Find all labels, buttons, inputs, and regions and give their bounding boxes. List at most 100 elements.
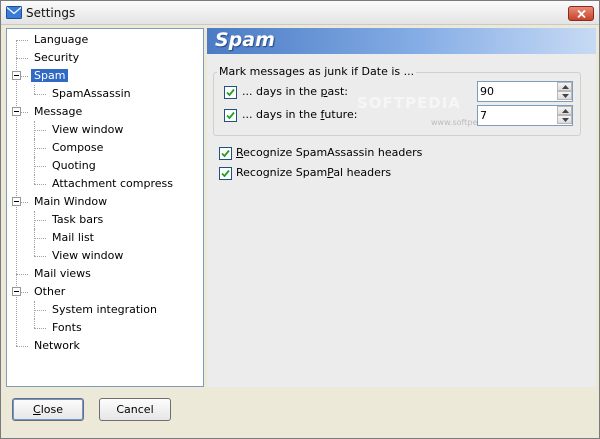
spampal-headers-label: Recognize SpamPal headers <box>236 166 392 179</box>
past-days-down-button[interactable] <box>557 91 572 100</box>
tree-item-label: SpamAssassin <box>52 87 131 100</box>
tree-item[interactable]: Compose <box>49 139 106 157</box>
tree-item[interactable]: Other <box>31 283 68 301</box>
tree-item[interactable]: Language <box>31 31 91 49</box>
tree-item-label: Message <box>34 105 83 118</box>
tree-line <box>34 247 35 256</box>
future-days-down-button[interactable] <box>557 115 572 124</box>
tree-line <box>16 58 28 59</box>
tree-item[interactable]: Security <box>31 49 82 67</box>
tree-line <box>34 310 46 311</box>
checkmark-icon <box>226 88 235 97</box>
junk-date-group-label: Mark messages as junk if Date is ... <box>217 65 417 78</box>
tree-line <box>34 175 35 184</box>
spamassassin-headers-label: Recognize SpamAssassin headers <box>236 146 423 159</box>
close-button[interactable]: Close <box>12 398 84 421</box>
checkmark-icon <box>221 169 230 178</box>
past-days-label: ... days in the past: <box>242 85 349 98</box>
tree-item[interactable]: Main Window <box>31 193 110 211</box>
tree-line <box>34 328 46 329</box>
tree-item-label: Compose <box>52 141 104 154</box>
tree-item[interactable]: Quoting <box>49 157 99 175</box>
tree-line <box>34 184 46 185</box>
past-days-up-button[interactable] <box>557 82 572 91</box>
future-days-checkbox[interactable] <box>224 109 237 122</box>
tree-item[interactable]: Mail views <box>31 265 94 283</box>
tree-item[interactable]: Task bars <box>49 211 106 229</box>
arrow-up-icon <box>562 85 569 89</box>
tree-item[interactable]: View window <box>49 247 126 265</box>
tree-line <box>34 301 35 319</box>
collapse-icon[interactable] <box>12 287 21 296</box>
arrow-up-icon <box>562 109 569 113</box>
tree-item[interactable]: System integration <box>49 301 160 319</box>
tree-item[interactable]: Message <box>31 103 85 121</box>
past-days-checkbox[interactable] <box>224 86 237 99</box>
tree-line <box>16 274 28 275</box>
tree-line <box>34 229 35 247</box>
tree-item-label: System integration <box>52 303 157 316</box>
tree-item-label: View window <box>52 249 124 262</box>
tree-item[interactable]: SpamAssassin <box>49 85 134 103</box>
spampal-headers-checkbox[interactable] <box>219 167 232 180</box>
tree-line <box>34 238 46 239</box>
tree-line <box>16 40 17 346</box>
settings-window: Settings Language Security Spam SpamAssassi… <box>0 0 600 439</box>
spamassassin-headers-checkbox[interactable] <box>219 147 232 160</box>
settings-tree[interactable]: Language Security Spam SpamAssassin Message V… <box>6 28 204 387</box>
panel-title: Spam <box>215 29 275 51</box>
tree-item-label: Language <box>34 33 89 46</box>
close-window-button[interactable] <box>568 6 594 21</box>
tree-line <box>34 157 35 175</box>
settings-panel: Spam SOFTPEDIA www.softpedia.com Mark me… <box>207 28 596 387</box>
window-title: Settings <box>26 6 76 20</box>
tree-line <box>34 211 35 229</box>
tree-item-label: Mail views <box>34 267 91 280</box>
tree-line <box>34 166 46 167</box>
collapse-icon[interactable] <box>12 197 21 206</box>
tree-line <box>34 220 46 221</box>
cancel-button[interactable]: Cancel <box>99 398 171 421</box>
tree-item[interactable]: Mail list <box>49 229 97 247</box>
arrow-down-icon <box>562 94 569 98</box>
tree-line <box>16 40 28 41</box>
future-days-input[interactable] <box>480 108 554 123</box>
panel-header: Spam <box>207 28 596 54</box>
tree-line <box>34 139 35 157</box>
checkmark-icon <box>221 149 230 158</box>
tree-item-label: Fonts <box>52 321 82 334</box>
tree-line <box>34 256 46 257</box>
envelope-icon <box>6 6 22 19</box>
tree-item[interactable]: View window <box>49 121 126 139</box>
tree-item-label: Task bars <box>52 213 104 226</box>
future-days-up-button[interactable] <box>557 106 572 115</box>
arrow-down-icon <box>562 118 569 122</box>
tree-item[interactable]: Attachment compress <box>49 175 176 193</box>
future-days-label: ... days in the future: <box>242 108 358 121</box>
tree-item-label: Other <box>34 285 66 298</box>
tree-item-label: Main Window <box>34 195 108 208</box>
tree-line <box>34 319 35 328</box>
tree-item-label: Spam <box>31 69 69 82</box>
tree-line <box>34 94 46 95</box>
tree-line <box>34 121 35 139</box>
tree-item[interactable]: Network <box>31 337 83 355</box>
tree-line <box>16 346 28 347</box>
tree-item[interactable]: Fonts <box>49 319 85 337</box>
past-days-input[interactable] <box>480 84 554 99</box>
tree-line <box>34 85 35 94</box>
collapse-icon[interactable] <box>12 107 21 116</box>
tree-item-label: Attachment compress <box>52 177 173 190</box>
tree-item-label: Mail list <box>52 231 94 244</box>
tree-line <box>34 148 46 149</box>
tree-item-label: Quoting <box>52 159 96 172</box>
title-bar[interactable]: Settings <box>1 1 599 25</box>
future-days-spinner[interactable] <box>477 105 573 126</box>
tree-item[interactable]: Spam <box>31 67 69 85</box>
tree-item-label: View window <box>52 123 124 136</box>
checkmark-icon <box>226 111 235 120</box>
close-icon <box>577 10 586 18</box>
tree-line <box>34 130 46 131</box>
collapse-icon[interactable] <box>12 71 21 80</box>
past-days-spinner[interactable] <box>477 81 573 102</box>
